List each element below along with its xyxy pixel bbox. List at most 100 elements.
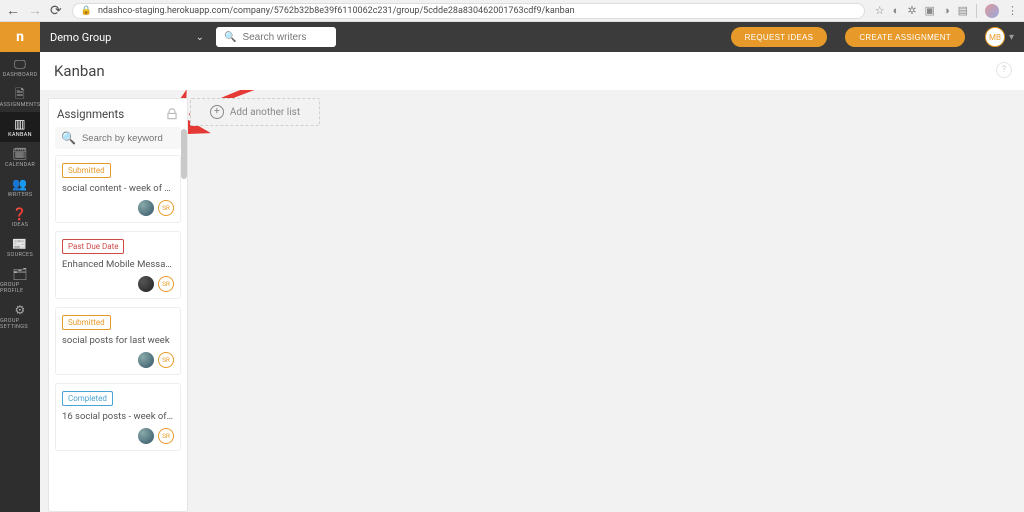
url-bar[interactable]: 🔒 ndashco-staging.herokuapp.com/company/… bbox=[72, 3, 865, 19]
logo[interactable]: n bbox=[0, 22, 40, 52]
status-badge: Submitted bbox=[62, 315, 111, 330]
nav-item-assignments[interactable]: 🗎 ASSIGNMENTS bbox=[0, 82, 40, 112]
nav-item-group-profile[interactable]: 🗂 GROUP PROFILE bbox=[0, 262, 40, 298]
cards-list[interactable]: Submittedsocial content - week of …SRPas… bbox=[49, 155, 187, 511]
page-title: Kanban bbox=[54, 62, 105, 80]
dashboard-icon: 🖵 bbox=[14, 58, 26, 70]
scroll-thumb[interactable] bbox=[181, 129, 187, 179]
sources-icon: 📰 bbox=[12, 238, 27, 250]
avatar bbox=[138, 352, 154, 368]
kanban-card[interactable]: Completed 16 social posts - week of … SR bbox=[55, 383, 181, 451]
search-box[interactable]: 🔍 bbox=[216, 27, 336, 47]
nav-label: GROUP SETTINGS bbox=[0, 318, 40, 330]
scrollbar[interactable] bbox=[181, 129, 187, 505]
column-search-input[interactable] bbox=[82, 133, 175, 144]
user-avatar: MB bbox=[985, 27, 1005, 47]
group-settings-icon: ⚙ bbox=[14, 304, 25, 316]
card-title: 16 social posts - week of … bbox=[62, 411, 174, 422]
group-name: Demo Group bbox=[50, 31, 111, 44]
add-list-button[interactable]: + Add another list bbox=[190, 98, 320, 126]
create-assignment-button[interactable]: CREATE ASSIGNMENT bbox=[845, 27, 965, 47]
card-title: Enhanced Mobile Messa… bbox=[62, 259, 174, 270]
ideas-icon: ❓ bbox=[12, 208, 27, 220]
search-icon: 🔍 bbox=[224, 32, 236, 43]
card-title: social posts for last week bbox=[62, 335, 174, 346]
nav-item-group-settings[interactable]: ⚙ GROUP SETTINGS bbox=[0, 298, 40, 334]
status-badge: Past Due Date bbox=[62, 239, 124, 254]
avatar: SR bbox=[158, 352, 174, 368]
ext-icon[interactable]: ◑ bbox=[943, 4, 950, 17]
nav-label: SOURCES bbox=[7, 252, 33, 258]
nav-label: ASSIGNMENTS bbox=[0, 102, 40, 108]
card-avatars: SR bbox=[62, 428, 174, 444]
avatar: SR bbox=[158, 428, 174, 444]
forward-button[interactable]: → bbox=[28, 4, 42, 18]
calendar-icon: 🗓 bbox=[12, 148, 28, 160]
nav-label: GROUP PROFILE bbox=[0, 282, 40, 294]
kanban-column-assignments: Assignments 🔍 Submitted social content - … bbox=[48, 98, 188, 512]
kanban-card[interactable]: Submitted social content - week of … SR bbox=[55, 155, 181, 223]
board-area: Assignments 🔍 Submitted social content - … bbox=[40, 90, 1024, 512]
star-icon[interactable]: ☆ bbox=[875, 4, 885, 17]
column-header: Assignments bbox=[49, 99, 187, 125]
writers-icon: 👥 bbox=[12, 178, 27, 190]
ext-icon[interactable]: ▣ bbox=[925, 4, 935, 17]
nav-label: WRITERS bbox=[8, 192, 33, 198]
ext-icon[interactable]: ▤ bbox=[958, 4, 968, 17]
help-icon[interactable]: ? bbox=[996, 62, 1012, 78]
nav-label: IDEAS bbox=[12, 222, 29, 228]
nav-item-kanban[interactable]: ▥ KANBAN bbox=[0, 112, 40, 142]
lock-icon: 🔒 bbox=[81, 6, 92, 16]
nav-item-calendar[interactable]: 🗓 CALENDAR bbox=[0, 142, 40, 172]
kebab-icon[interactable]: ⋮ bbox=[1007, 4, 1018, 17]
ext-icon[interactable]: ✲ bbox=[907, 4, 916, 17]
user-chip[interactable]: MB ▾ bbox=[985, 27, 1014, 47]
nav-label: DASHBOARD bbox=[3, 72, 38, 78]
browser-bar: ← → ⟳ 🔒 ndashco-staging.herokuapp.com/co… bbox=[0, 0, 1024, 22]
ext-icon[interactable]: ◐ bbox=[893, 4, 900, 17]
leftnav: n 🖵 DASHBOARD 🗎 ASSIGNMENTS ▥ KANBAN 🗓 CALENDAR… bbox=[0, 22, 40, 512]
page-header: Kanban ? bbox=[40, 52, 1024, 90]
nav-label: KANBAN bbox=[8, 132, 32, 138]
card-title: social content - week of … bbox=[62, 183, 174, 194]
avatar bbox=[138, 200, 154, 216]
lock-icon[interactable] bbox=[165, 107, 179, 121]
main: Demo Group ⌄ 🔍 REQUEST IDEAS CREATE ASSI… bbox=[40, 22, 1024, 512]
browser-profile-avatar[interactable] bbox=[985, 4, 999, 18]
status-badge: Submitted bbox=[62, 163, 111, 178]
kanban-card[interactable]: Submitted social posts for last week SR bbox=[55, 307, 181, 375]
kanban-icon: ▥ bbox=[14, 118, 26, 130]
add-list-label: Add another list bbox=[230, 107, 300, 118]
card-avatars: SR bbox=[62, 352, 174, 368]
chevron-down-icon: ▾ bbox=[1009, 32, 1014, 43]
nav-item-sources[interactable]: 📰 SOURCES bbox=[0, 232, 40, 262]
group-select[interactable]: Demo Group ⌄ bbox=[50, 31, 204, 44]
avatar: SR bbox=[158, 276, 174, 292]
avatar: SR bbox=[158, 200, 174, 216]
kanban-card[interactable]: Past Due Date Enhanced Mobile Messa… SR bbox=[55, 231, 181, 299]
card-avatars: SR bbox=[62, 276, 174, 292]
nav-item-dashboard[interactable]: 🖵 DASHBOARD bbox=[0, 52, 40, 82]
chevron-down-icon: ⌄ bbox=[196, 32, 204, 43]
column-search[interactable]: 🔍 bbox=[55, 127, 181, 149]
column-title: Assignments bbox=[57, 107, 124, 121]
avatar bbox=[138, 428, 154, 444]
card-avatars: SR bbox=[62, 200, 174, 216]
back-button[interactable]: ← bbox=[6, 4, 20, 18]
plus-icon: + bbox=[210, 105, 224, 119]
browser-nav: ← → ⟳ bbox=[6, 4, 62, 18]
group-profile-icon: 🗂 bbox=[12, 268, 28, 280]
search-input[interactable] bbox=[242, 32, 322, 43]
request-ideas-button[interactable]: REQUEST IDEAS bbox=[731, 27, 828, 47]
url-text: ndashco-staging.herokuapp.com/company/57… bbox=[98, 6, 575, 16]
status-badge: Completed bbox=[62, 391, 113, 406]
nav-label: CALENDAR bbox=[5, 162, 35, 168]
assignments-icon: 🗎 bbox=[15, 88, 25, 100]
avatar bbox=[138, 276, 154, 292]
nav-item-writers[interactable]: 👥 WRITERS bbox=[0, 172, 40, 202]
search-icon: 🔍 bbox=[61, 131, 76, 145]
nav-item-ideas[interactable]: ❓ IDEAS bbox=[0, 202, 40, 232]
topbar: Demo Group ⌄ 🔍 REQUEST IDEAS CREATE ASSI… bbox=[40, 22, 1024, 52]
reload-button[interactable]: ⟳ bbox=[50, 4, 62, 18]
browser-extensions: ☆ ◐ ✲ ▣ ◑ ▤ ⋮ bbox=[875, 4, 1018, 18]
